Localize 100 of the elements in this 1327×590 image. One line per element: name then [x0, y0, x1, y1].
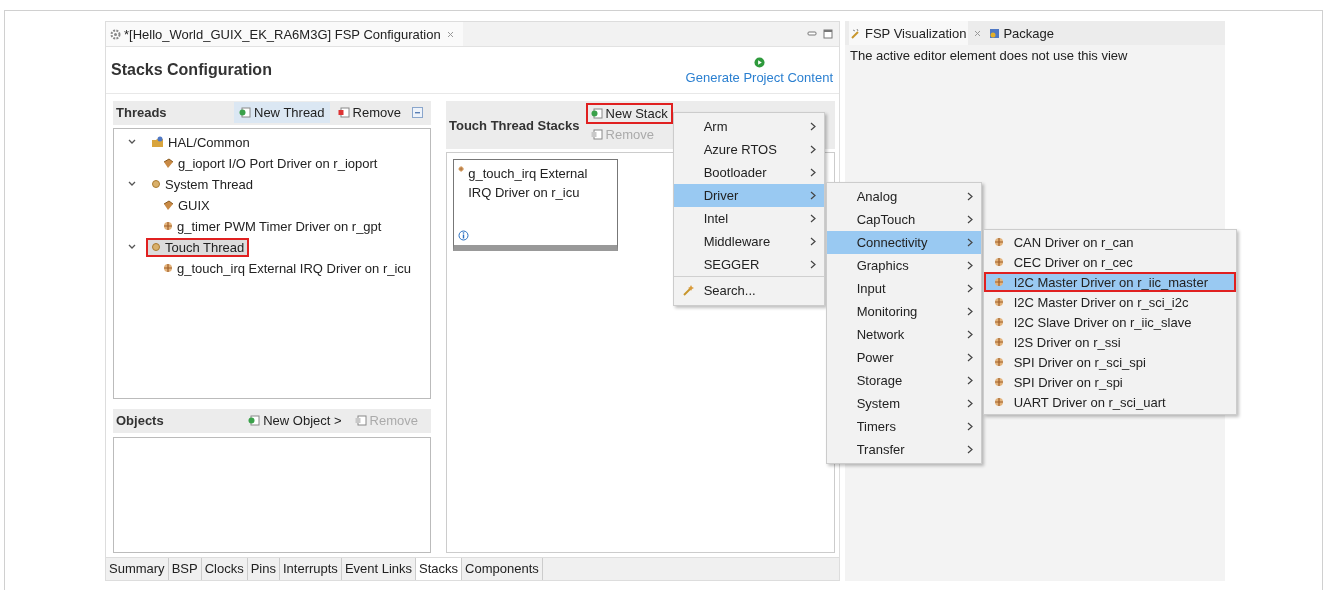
page-tab[interactable]: Clocks [201, 558, 248, 580]
chevron-right-icon [809, 145, 816, 154]
thread-icon [151, 179, 161, 190]
maximize-icon[interactable] [823, 29, 833, 39]
folder-icon [151, 136, 164, 149]
chevron-right-icon [809, 191, 816, 200]
tree-item[interactable]: System Thread [146, 174, 258, 194]
tree-item[interactable]: g_timer PWM Timer Driver on r_gpt [158, 216, 387, 236]
menu-item[interactable]: Input [826, 277, 981, 300]
menu-item[interactable]: UART Driver on r_sci_uart [983, 392, 1236, 412]
page-title: Stacks Configuration [111, 61, 272, 79]
menu-item[interactable]: Timers [826, 415, 981, 438]
driver-icon [993, 337, 1004, 347]
driver-icon [163, 263, 173, 274]
remove-icon [590, 129, 603, 140]
wand-icon [851, 27, 862, 39]
menu-item[interactable]: Network [826, 323, 981, 346]
add-icon [239, 107, 251, 119]
minimize-icon[interactable] [807, 30, 817, 38]
menu-item[interactable]: CapTouch [826, 208, 981, 231]
chevron-right-icon [966, 422, 973, 431]
view-tab[interactable]: FSP Visualization [849, 21, 969, 45]
chevron-right-icon [966, 261, 973, 270]
menu-item[interactable]: Storage [826, 369, 981, 392]
chevron-right-icon [966, 284, 973, 293]
menu-item[interactable]: I2C Master Driver on r_sci_i2c [983, 292, 1236, 312]
page-tab[interactable]: Components [462, 558, 543, 580]
menu-item[interactable]: Graphics [826, 254, 981, 277]
driver-icon [993, 357, 1004, 367]
panel-title: Touch Thread Stacks [449, 117, 580, 133]
menu-item[interactable]: Arm [673, 115, 824, 138]
add-icon [248, 415, 261, 427]
thread-icon [151, 242, 161, 253]
driver-icon [993, 397, 1004, 407]
play-icon [753, 57, 765, 68]
menu-item[interactable]: Azure RTOS [673, 138, 824, 161]
page-tab[interactable]: Stacks [416, 558, 463, 580]
chevron-right-icon [966, 215, 973, 224]
tree-item[interactable]: GUIX [158, 195, 215, 215]
close-icon[interactable] [974, 29, 982, 37]
tree-item[interactable]: Touch Thread [146, 237, 250, 257]
editor-tab[interactable]: *[Hello_World_GUIX_EK_RA6M3G] FSP Configuration [106, 22, 463, 46]
toolbar-button[interactable]: New Stack [585, 103, 673, 124]
stack-label: g_touch_irq External IRQ Driver on r_icu [468, 165, 589, 202]
tree-item[interactable]: g_ioport I/O Port Driver on r_ioport [158, 153, 383, 173]
chevron-right-icon [809, 122, 816, 131]
chevron-right-icon [809, 260, 816, 269]
menu-item[interactable]: Driver [673, 184, 824, 207]
menu-item[interactable]: I2S Driver on r_ssi [983, 332, 1236, 352]
menu-item[interactable]: I2C Slave Driver on r_iic_slave [983, 312, 1236, 332]
add-icon [590, 108, 603, 119]
menu-item[interactable]: SEGGER [673, 253, 824, 276]
wand-icon [682, 284, 695, 296]
stack-card[interactable]: g_touch_irq External IRQ Driver on r_icu [453, 159, 618, 251]
driver-icon [993, 377, 1004, 387]
remove-icon [354, 415, 367, 427]
menu-item[interactable]: Middleware [673, 230, 824, 253]
toolbar-button[interactable]: Remove [332, 102, 406, 124]
page-tab[interactable]: Interrupts [279, 558, 342, 580]
toolbar-button[interactable]: New Thread [234, 102, 330, 124]
driver-icon [163, 221, 173, 232]
page-tab[interactable]: Summary [106, 558, 169, 580]
driver-icon [993, 277, 1004, 287]
menu-item[interactable]: CAN Driver on r_can [983, 232, 1236, 252]
menu-item[interactable]: Bootloader [673, 161, 824, 184]
menu-item[interactable]: CEC Driver on r_cec [983, 252, 1236, 272]
collapse-all-icon[interactable] [412, 107, 423, 119]
package-icon [989, 27, 1001, 39]
chevron-right-icon [966, 399, 973, 408]
menu-item[interactable]: System [826, 392, 981, 415]
menu-item[interactable]: SPI Driver on r_spi [983, 372, 1236, 392]
chevron-right-icon [966, 330, 973, 339]
menu-item[interactable]: Connectivity [826, 231, 981, 254]
panel-title: Threads [116, 105, 168, 121]
tree-item[interactable]: HAL/Common [146, 132, 255, 152]
menu-item[interactable]: Search... [673, 276, 824, 303]
generate-link[interactable]: Generate Project Content [685, 70, 833, 85]
menu-item[interactable]: Analog [826, 185, 981, 208]
driver-icon [993, 237, 1004, 247]
menu-item[interactable]: Monitoring [826, 300, 981, 323]
menu-item[interactable]: Intel [673, 207, 824, 230]
menu-item[interactable]: SPI Driver on r_sci_spi [983, 352, 1236, 372]
view-tab[interactable]: Package [987, 21, 1056, 45]
page-tab[interactable]: Pins [247, 558, 280, 580]
driver-icon [993, 257, 1004, 267]
menu-item[interactable]: I2C Master Driver on r_iic_master [983, 272, 1236, 292]
chevron-right-icon [809, 237, 816, 246]
gear-icon [110, 28, 121, 40]
driver-icon [993, 317, 1004, 327]
menu-item[interactable]: Transfer [826, 438, 981, 461]
menu-item[interactable]: Power [826, 346, 981, 369]
driver-icon [993, 297, 1004, 307]
module-icon [163, 199, 174, 211]
driver-icon [458, 164, 465, 174]
toolbar-button[interactable]: New Object > [243, 410, 347, 432]
chevron-right-icon [809, 168, 816, 177]
tree-item[interactable]: g_touch_irq External IRQ Driver on r_icu [158, 258, 417, 278]
page-tab[interactable]: BSP [168, 558, 202, 580]
close-icon[interactable] [446, 30, 454, 38]
remove-icon [337, 107, 350, 119]
